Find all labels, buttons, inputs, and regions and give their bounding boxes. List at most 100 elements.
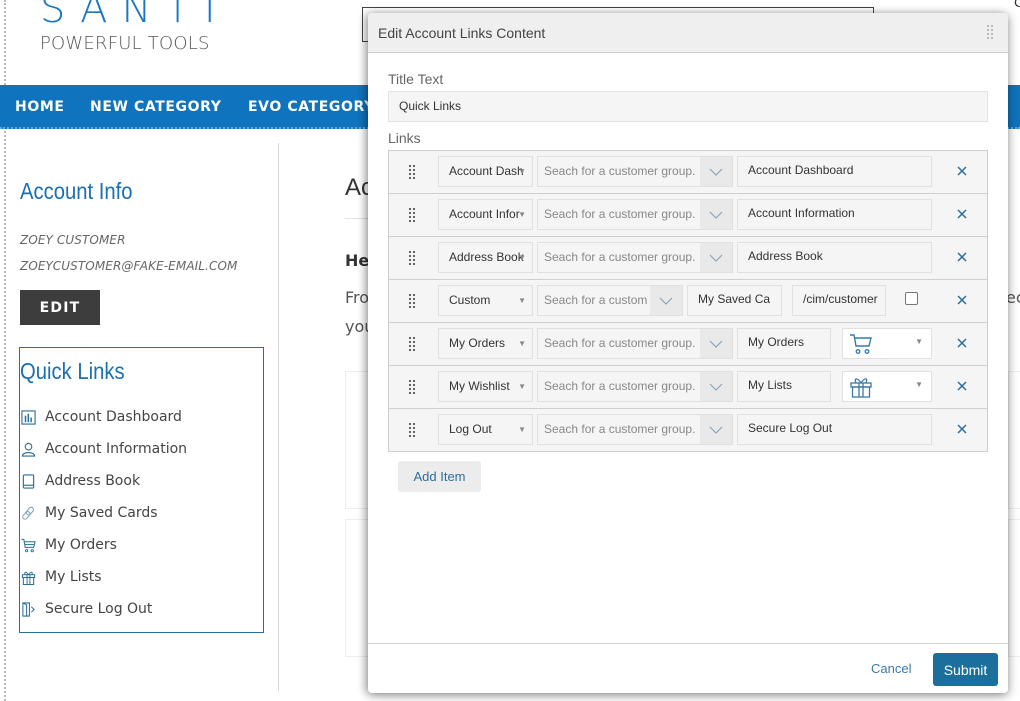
logo-brand[interactable]: SANTI — [40, 0, 230, 32]
customer-email: ZOEYCUSTOMER@FAKE-EMAIL.COM — [20, 259, 238, 273]
cancel-button[interactable]: Cancel — [871, 661, 911, 676]
modal-header[interactable]: Edit Account Links Content — [368, 13, 1008, 53]
row-drag-handle-icon[interactable] — [407, 422, 417, 438]
caret-down-icon: ▼ — [518, 253, 526, 262]
caret-down-icon: ▼ — [915, 337, 923, 346]
customer-group-select[interactable]: Seach for a customer group. — [537, 242, 733, 273]
link-label-input[interactable]: My Orders — [737, 328, 831, 359]
account-info-title: Account Info — [20, 178, 133, 204]
link-type-select[interactable]: Account Infor ▼ — [438, 199, 533, 230]
quick-link-account-information[interactable]: Account Information — [20, 438, 187, 460]
link-type-value: Log Out — [449, 422, 492, 436]
quick-link-label: My Saved Cards — [45, 505, 158, 521]
link-type-select[interactable]: My Wishlist ▼ — [438, 371, 533, 402]
caret-down-icon: ▼ — [518, 382, 526, 391]
nav-item-new-category[interactable]: NEW CATEGORY — [90, 99, 221, 115]
modal-footer: Cancel Submit — [368, 643, 1008, 693]
remove-link-icon[interactable] — [955, 293, 969, 307]
link-type-select[interactable]: Custom ▼ — [438, 285, 533, 316]
customer-group-placeholder: Seach for a customer group. — [544, 250, 696, 264]
link-row: Account Dash ▼ Seach for a customer group… — [389, 151, 987, 194]
open-new-tab-checkbox[interactable] — [905, 292, 918, 305]
customer-group-select[interactable]: Seach for a customer group. — [537, 156, 733, 187]
remove-link-icon[interactable] — [955, 336, 969, 350]
main-greeting: He — [345, 251, 370, 270]
edit-account-button[interactable]: EDIT — [20, 290, 100, 325]
chevron-down-icon[interactable] — [700, 243, 732, 272]
link-row: Custom ▼ Seach for a custom My Saved Ca /… — [389, 280, 987, 323]
quick-link-label: My Orders — [45, 537, 117, 553]
link-label-input[interactable]: My Saved Ca — [687, 285, 782, 316]
link-type-value: Account Infor — [449, 207, 520, 221]
row-drag-handle-icon[interactable] — [407, 293, 417, 309]
caret-down-icon: ▼ — [518, 167, 526, 176]
user-icon — [20, 441, 36, 457]
main-intro-right: ec — [1006, 288, 1020, 307]
nav-item-home[interactable]: HOME — [15, 99, 65, 115]
edit-account-links-modal: Edit Account Links Content Title Text Qu… — [368, 13, 1008, 693]
link-label-value: Secure Log Out — [748, 421, 833, 435]
customer-group-select[interactable]: Seach for a customer group. — [537, 328, 733, 359]
remove-link-icon[interactable] — [955, 207, 969, 221]
link-type-value: My Wishlist — [449, 379, 510, 393]
book-icon — [20, 473, 36, 489]
link-type-select[interactable]: Address Book ▼ — [438, 242, 533, 273]
link-url-value: /cim/customer — [803, 292, 878, 306]
chevron-down-icon[interactable] — [700, 415, 732, 444]
link-type-select[interactable]: My Orders ▼ — [438, 328, 533, 359]
row-drag-handle-icon[interactable] — [407, 250, 417, 266]
link-type-value: Address Book — [449, 250, 524, 264]
nav-item-evo-category[interactable]: EVO CATEGORY — [248, 99, 375, 115]
customer-group-select[interactable]: Seach for a customer group. — [537, 371, 733, 402]
row-drag-handle-icon[interactable] — [407, 336, 417, 352]
customer-group-select[interactable]: Seach for a customer group. — [537, 199, 733, 230]
row-drag-handle-icon[interactable] — [407, 379, 417, 395]
customer-group-placeholder: Seach for a customer group. — [544, 379, 696, 393]
submit-button[interactable]: Submit — [933, 653, 998, 686]
quick-link-label: Account Dashboard — [45, 409, 182, 425]
link-type-value: My Orders — [449, 336, 506, 350]
add-item-button[interactable]: Add Item — [398, 461, 481, 492]
link-icon-select[interactable]: ▼ — [842, 328, 932, 359]
quick-link-my-orders[interactable]: My Orders — [20, 534, 117, 556]
quick-links-panel: Quick Links Account Dashboard Account In… — [19, 347, 264, 633]
chevron-down-icon[interactable] — [700, 157, 732, 186]
link-label-input[interactable]: Secure Log Out — [737, 414, 932, 445]
link-url-input[interactable]: /cim/customer — [792, 285, 886, 316]
remove-link-icon[interactable] — [955, 250, 969, 264]
link-label-value: Account Dashboard — [748, 163, 854, 177]
customer-group-placeholder: Seach for a customer group. — [544, 207, 696, 221]
row-drag-handle-icon[interactable] — [407, 207, 417, 223]
drag-handle-icon[interactable] — [986, 24, 994, 40]
customer-group-select[interactable]: Seach for a customer group. — [537, 414, 733, 445]
row-drag-handle-icon[interactable] — [407, 164, 417, 180]
chevron-down-icon[interactable] — [700, 329, 732, 358]
quick-link-account-dashboard[interactable]: Account Dashboard — [20, 406, 182, 428]
link-icon-select[interactable]: ▼ — [842, 371, 932, 402]
remove-link-icon[interactable] — [955, 164, 969, 178]
chevron-down-icon[interactable] — [700, 200, 732, 229]
chevron-down-icon[interactable] — [650, 286, 682, 315]
link-label-input[interactable]: Account Dashboard — [737, 156, 932, 187]
caret-down-icon: ▼ — [518, 425, 526, 434]
link-label-value: My Saved Ca — [698, 292, 771, 306]
remove-link-icon[interactable] — [955, 422, 969, 436]
caret-down-icon: ▼ — [518, 210, 526, 219]
link-type-select[interactable]: Account Dash ▼ — [438, 156, 533, 187]
quick-link-secure-log-out[interactable]: Secure Log Out — [20, 598, 152, 620]
chevron-down-icon[interactable] — [700, 372, 732, 401]
quick-link-address-book[interactable]: Address Book — [20, 470, 140, 492]
remove-link-icon[interactable] — [955, 379, 969, 393]
dashboard-icon — [20, 409, 36, 425]
customer-group-select[interactable]: Seach for a custom — [537, 285, 683, 316]
quick-link-label: My Lists — [45, 569, 102, 585]
quick-link-saved-cards[interactable]: My Saved Cards — [20, 502, 158, 524]
link-label-input[interactable]: Account Information — [737, 199, 932, 230]
title-text-input[interactable]: Quick Links — [388, 91, 988, 122]
customer-group-placeholder: Seach for a customer group. — [544, 164, 696, 178]
quick-link-my-lists[interactable]: My Lists — [20, 566, 102, 588]
main-intro-line1: Fro — [345, 288, 370, 307]
link-label-input[interactable]: My Lists — [737, 371, 831, 402]
link-type-select[interactable]: Log Out ▼ — [438, 414, 533, 445]
link-label-input[interactable]: Address Book — [737, 242, 932, 273]
